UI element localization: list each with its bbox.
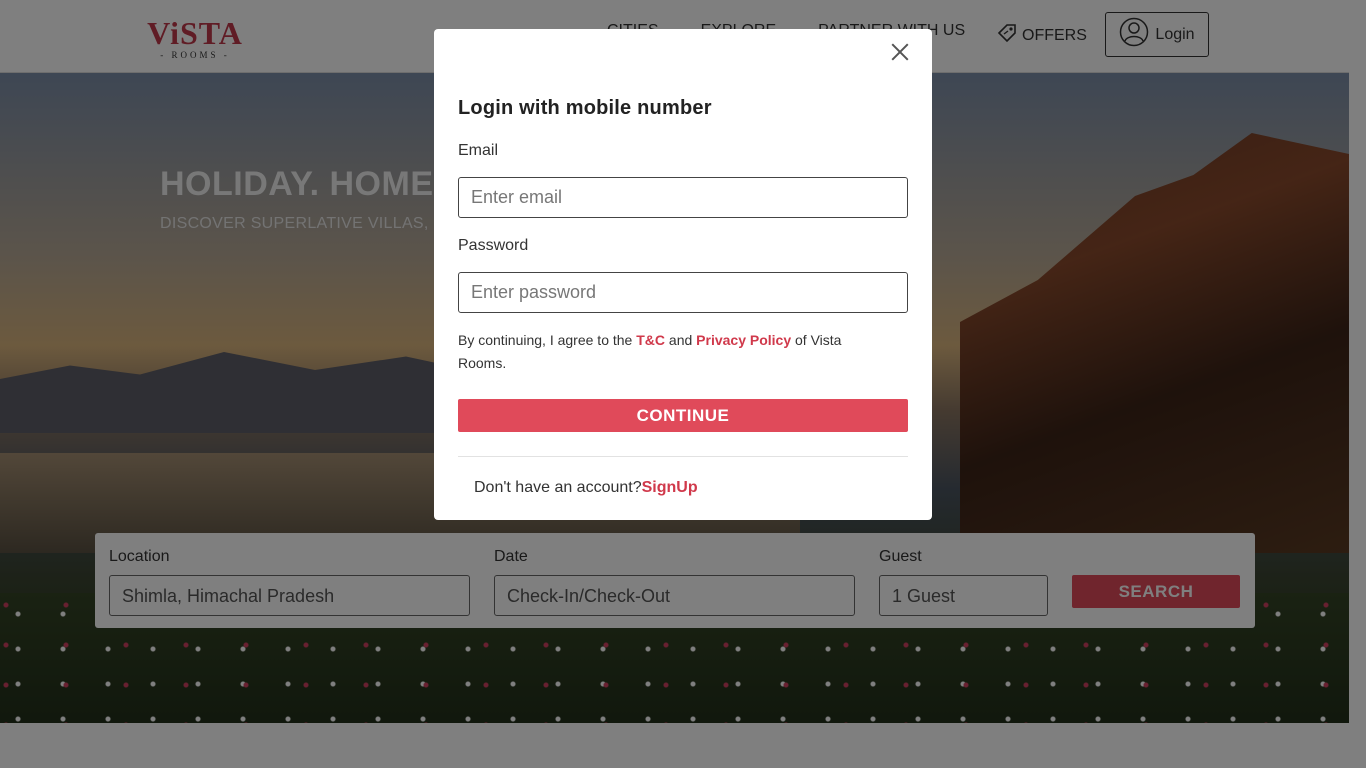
email-label: Email (458, 142, 499, 159)
password-field[interactable] (458, 272, 908, 313)
terms-and: and (665, 332, 697, 348)
modal-title: Login with mobile number (458, 97, 712, 119)
close-icon[interactable] (891, 43, 909, 61)
terms-prefix: By continuing, I agree to the (458, 332, 637, 348)
login-modal: Login with mobile number Email Password … (434, 29, 932, 520)
terms-link[interactable]: T&C (636, 332, 665, 348)
continue-button[interactable]: CONTINUE (458, 399, 908, 432)
privacy-policy-link[interactable]: Privacy Policy (696, 332, 791, 348)
email-field[interactable] (458, 177, 908, 218)
password-label: Password (458, 237, 529, 254)
modal-divider (458, 456, 908, 457)
terms-text: By continuing, I agree to the T&C and Pr… (458, 329, 888, 375)
signup-row: Don't have an account?SignUp (474, 479, 698, 497)
signup-link[interactable]: SignUp (642, 479, 698, 496)
no-account-text: Don't have an account? (474, 479, 642, 496)
